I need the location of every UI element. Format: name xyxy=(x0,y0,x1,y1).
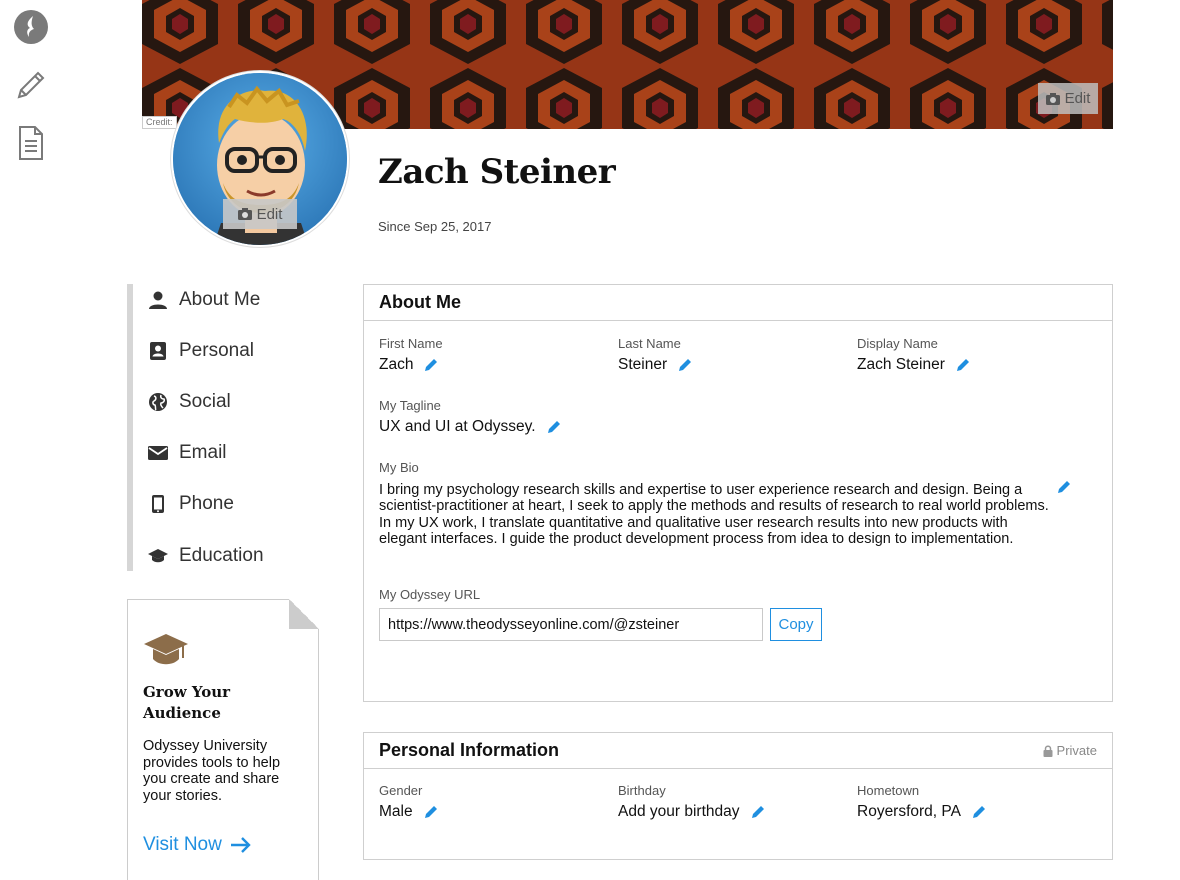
last-name-field: Last Name Steiner xyxy=(618,336,693,375)
promo-title: Grow Your Audience xyxy=(143,683,231,722)
gender-label: Gender xyxy=(379,783,423,798)
birthday-label: Birthday xyxy=(618,783,666,798)
tagline-field: My Tagline UX and UI at Odyssey. xyxy=(379,398,562,437)
sidenav-item-about-me[interactable]: About Me xyxy=(147,285,260,315)
edit-pencil-icon[interactable] xyxy=(971,804,987,820)
odyssey-logo-icon[interactable] xyxy=(12,8,50,46)
sidenav-item-personal[interactable]: Personal xyxy=(147,336,254,366)
display-name-label: Display Name xyxy=(857,336,938,351)
phone-icon xyxy=(147,493,169,515)
card-header: About Me xyxy=(364,285,1112,321)
bio-value: I bring my psychology research skills an… xyxy=(379,482,1049,547)
pencil-icon[interactable] xyxy=(12,66,50,104)
profile-sidenav: About Me Personal Social Email Phone Edu… xyxy=(127,284,327,571)
cover-edit-button[interactable]: Edit xyxy=(1038,83,1098,114)
privacy-label: Private xyxy=(1056,743,1097,758)
first-name-field: First Name Zach xyxy=(379,336,443,375)
promo-text: Odyssey University provides tools to hel… xyxy=(143,738,281,804)
edit-pencil-icon[interactable] xyxy=(750,804,766,820)
cover-credit: Credit: xyxy=(142,116,177,129)
sidenav-item-label: Personal xyxy=(179,340,254,361)
sidenav-item-phone[interactable]: Phone xyxy=(147,489,234,519)
bio-field: My Bio I bring my psychology research sk… xyxy=(379,460,1049,547)
sidenav-item-label: Social xyxy=(179,391,231,412)
privacy-badge: Private xyxy=(1043,743,1097,758)
sidenav-item-education[interactable]: Education xyxy=(147,541,264,571)
graduation-cap-icon xyxy=(143,632,189,675)
edit-pencil-icon[interactable] xyxy=(955,357,971,373)
edit-pencil-icon[interactable] xyxy=(423,357,439,373)
hometown-field: Hometown Royersford, PA xyxy=(857,783,987,822)
odyssey-url-input[interactable] xyxy=(379,608,763,641)
last-name-value: Steiner xyxy=(618,356,668,373)
birthday-field: Birthday Add your birthday xyxy=(618,783,766,822)
odyssey-url-label-wrap: My Odyssey URL xyxy=(379,587,480,603)
member-since: Since Sep 25, 2017 xyxy=(378,219,492,234)
edit-pencil-icon[interactable] xyxy=(546,419,562,435)
contact-card-icon xyxy=(147,340,169,362)
about-me-card: About Me First Name Zach Last Name Stein… xyxy=(363,284,1113,702)
sidenav-item-social[interactable]: Social xyxy=(147,387,231,417)
profile-name: Zach Steiner xyxy=(378,152,616,192)
globe-icon xyxy=(147,391,169,413)
envelope-icon xyxy=(147,442,169,464)
hometown-label: Hometown xyxy=(857,783,920,798)
visit-now-label: Visit Now xyxy=(143,834,222,855)
about-me-title: About Me xyxy=(379,292,461,312)
left-rail xyxy=(0,0,64,880)
birthday-value: Add your birthday xyxy=(618,803,740,820)
camera-icon xyxy=(237,208,252,220)
visit-now-link[interactable]: Visit Now xyxy=(143,834,252,856)
gender-field: Gender Male xyxy=(379,783,439,822)
arrow-right-icon xyxy=(230,837,251,853)
document-icon[interactable] xyxy=(12,124,50,162)
display-name-field: Display Name Zach Steiner xyxy=(857,336,971,375)
first-name-label: First Name xyxy=(379,336,443,351)
first-name-value: Zach xyxy=(379,356,414,373)
graduation-cap-icon xyxy=(147,545,169,567)
hometown-value: Royersford, PA xyxy=(857,803,961,820)
person-icon xyxy=(147,289,169,311)
edit-pencil-icon[interactable] xyxy=(1056,479,1072,495)
sidenav-item-label: Email xyxy=(179,442,227,463)
camera-icon xyxy=(1045,92,1060,105)
page-fold xyxy=(289,599,319,629)
edit-pencil-icon[interactable] xyxy=(423,804,439,820)
sidenav-item-label: Phone xyxy=(179,493,234,514)
avatar-edit-button[interactable]: Edit xyxy=(223,199,297,229)
copy-url-button[interactable]: Copy xyxy=(770,608,822,641)
lock-icon xyxy=(1043,745,1053,757)
edit-pencil-icon[interactable] xyxy=(677,357,693,373)
odyssey-url-label: My Odyssey URL xyxy=(379,587,481,602)
tagline-label: My Tagline xyxy=(379,398,441,413)
card-header: Personal Information Private xyxy=(364,733,1112,769)
personal-info-card: Personal Information Private Gender Male… xyxy=(363,732,1113,860)
sidenav-item-label: About Me xyxy=(179,289,261,310)
sidenav-item-label: Education xyxy=(179,545,264,566)
promo-card: Grow Your Audience Odyssey University pr… xyxy=(127,599,319,880)
gender-value: Male xyxy=(379,803,413,820)
last-name-label: Last Name xyxy=(618,336,681,351)
tagline-value: UX and UI at Odyssey. xyxy=(379,418,536,435)
avatar-edit-label: Edit xyxy=(256,205,283,223)
cover-edit-label: Edit xyxy=(1064,90,1091,107)
display-name-value: Zach Steiner xyxy=(857,356,945,373)
bio-label: My Bio xyxy=(379,460,419,475)
personal-info-title: Personal Information xyxy=(379,740,560,760)
sidenav-item-email[interactable]: Email xyxy=(147,438,227,468)
